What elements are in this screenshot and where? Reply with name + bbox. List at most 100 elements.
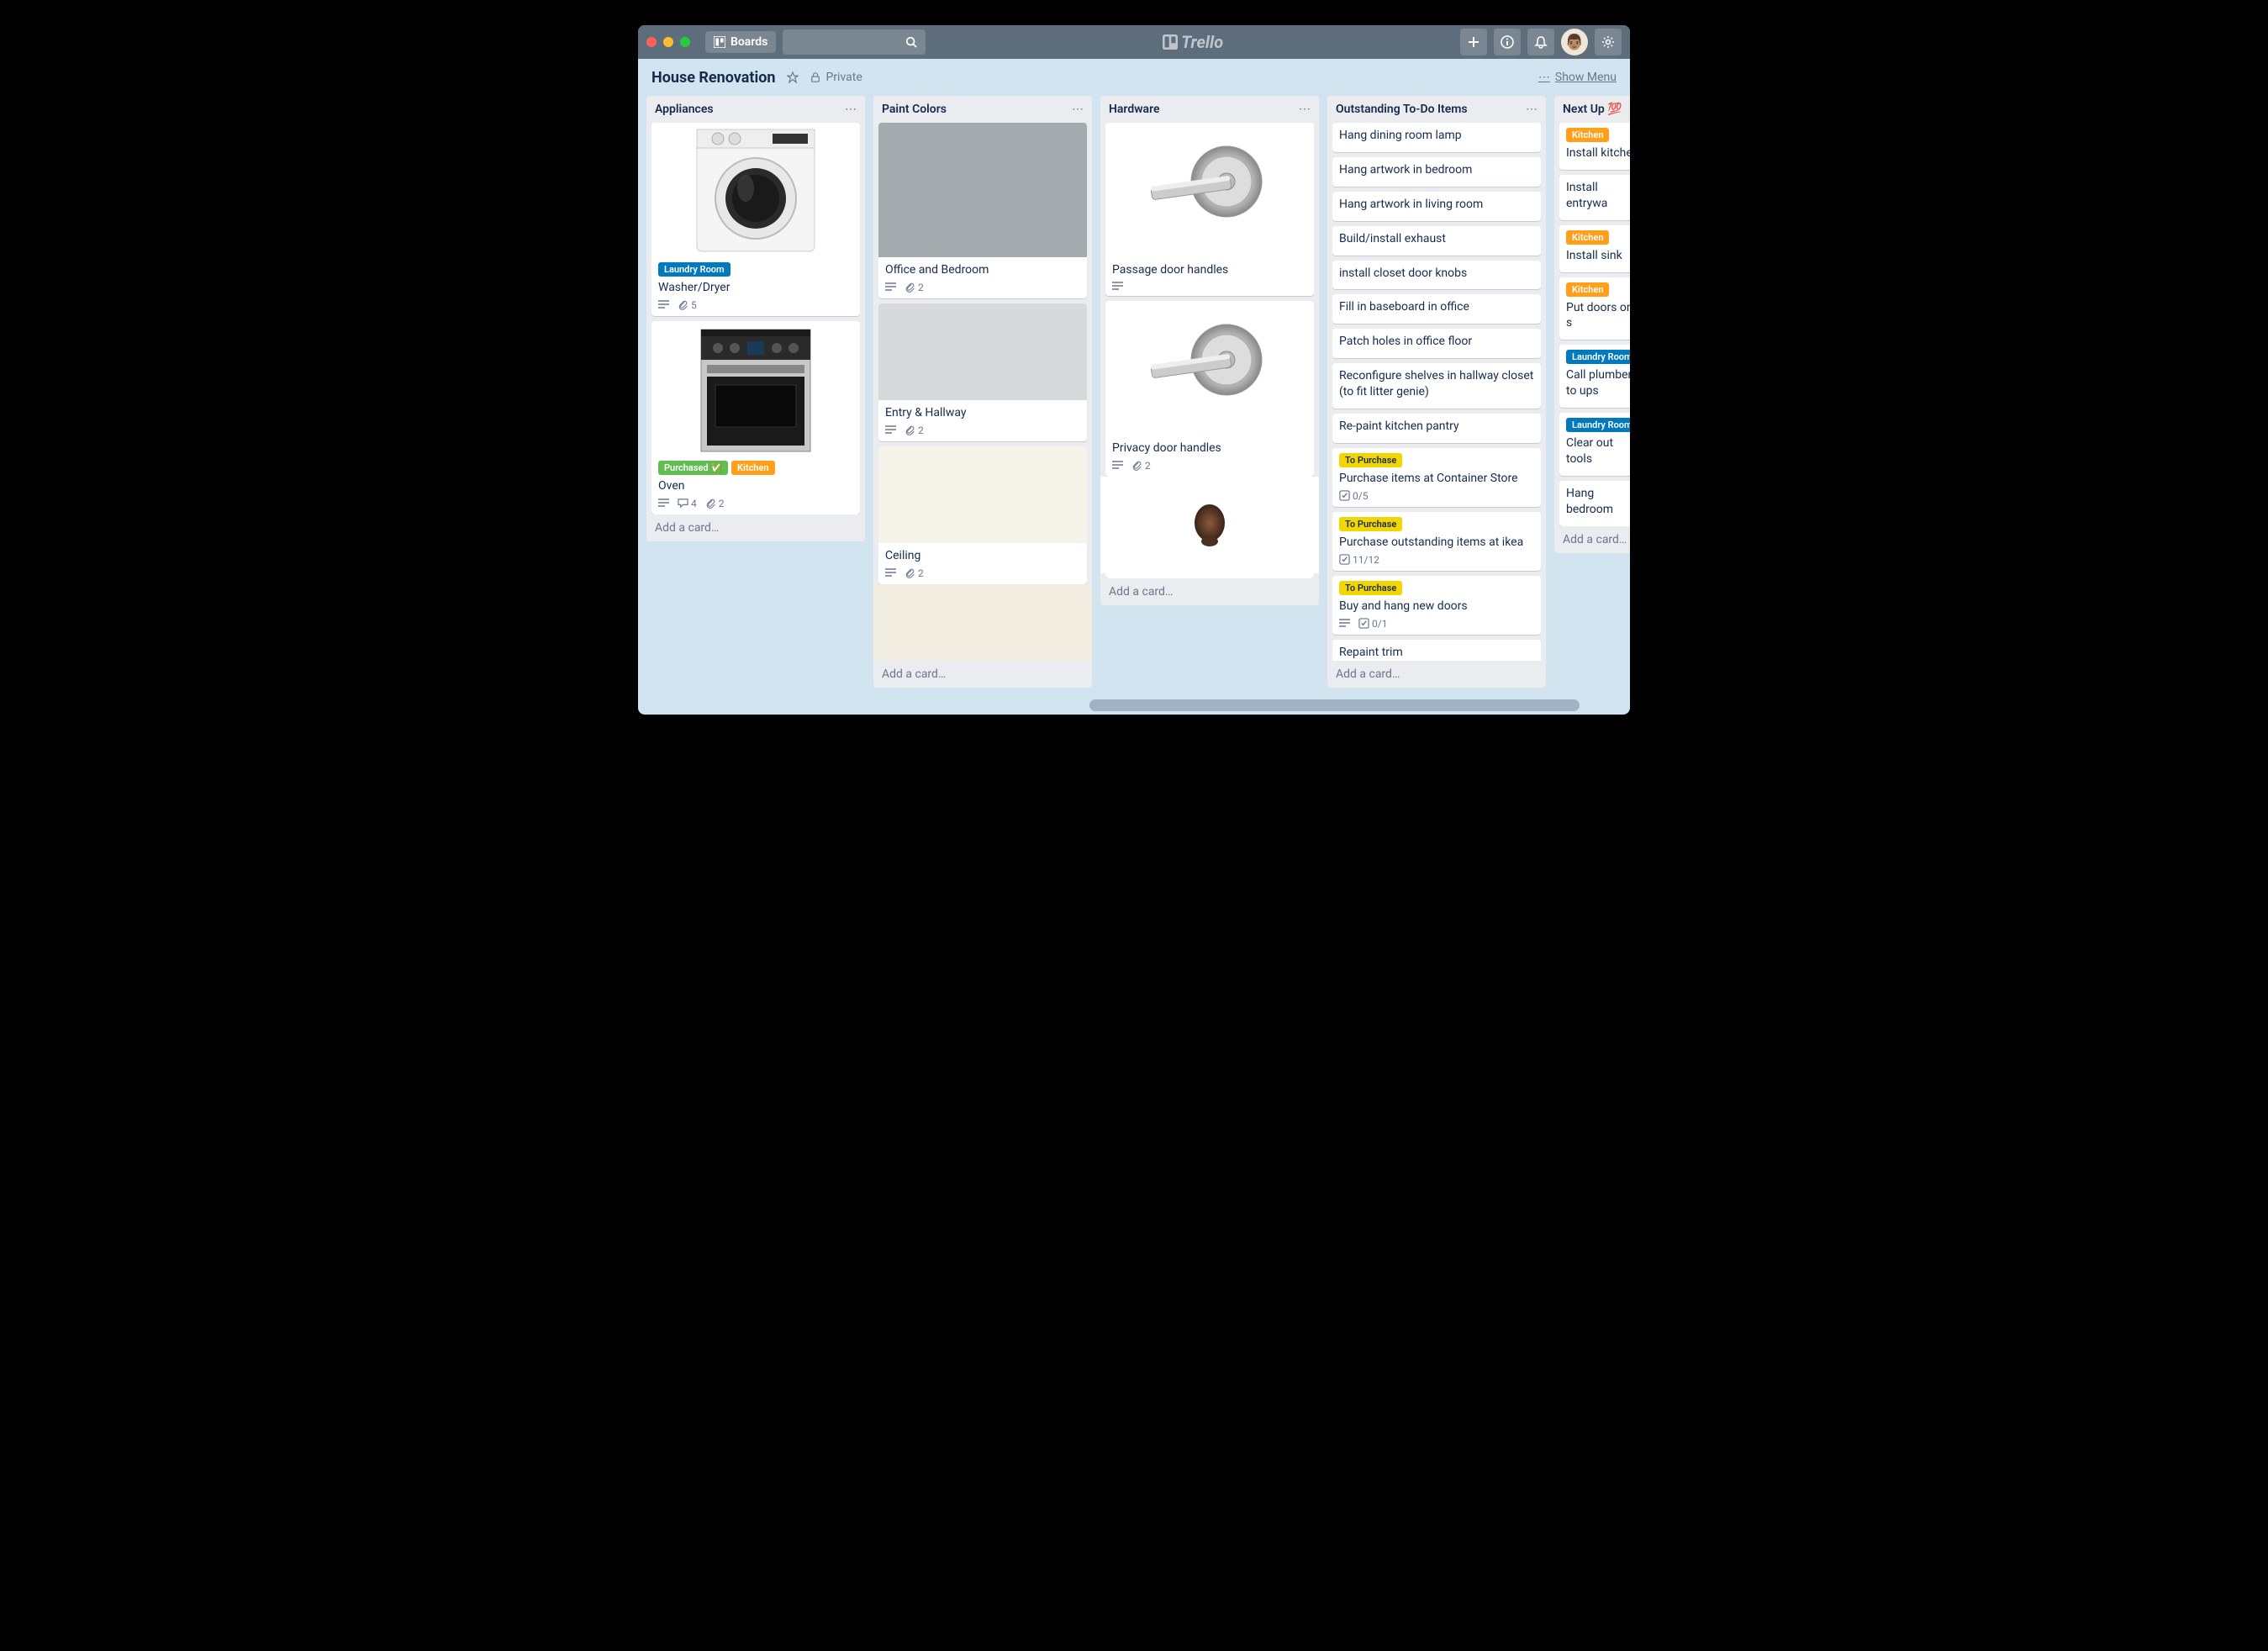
card-title: Hang dining room lamp	[1339, 128, 1534, 144]
notifications-button[interactable]	[1527, 29, 1554, 55]
show-menu-button[interactable]: ⋯ Show Menu	[1538, 71, 1617, 84]
card-title: Purchase outstanding items at ikea	[1339, 535, 1534, 551]
card[interactable]: Laundry RoomClear out tools	[1559, 413, 1630, 476]
card[interactable]: Fill in baseboard in office	[1332, 294, 1541, 324]
card-labels: To Purchase	[1339, 581, 1534, 595]
card[interactable]: Passage door handles	[1105, 123, 1314, 296]
add-card-button[interactable]: Add a card…	[1554, 526, 1630, 553]
search-input[interactable]	[783, 29, 926, 55]
settings-button[interactable]	[1595, 29, 1622, 55]
list-title[interactable]: Outstanding To-Do Items	[1336, 103, 1468, 116]
card[interactable]: KitchenInstall sink	[1559, 225, 1630, 272]
card[interactable]: Patch holes in office floor	[1332, 329, 1541, 358]
card[interactable]: Hang dining room lamp	[1332, 123, 1541, 152]
card[interactable]: install closet door knobs	[1332, 261, 1541, 290]
card[interactable]: Privacy door handles2	[1105, 301, 1314, 477]
card-title: Install entrywa	[1566, 180, 1630, 212]
list-menu-button[interactable]: ⋯	[1299, 103, 1311, 116]
list-cards: Laundry Room Washer/Dryer 5 Purchased ✅Kitc…	[646, 123, 865, 514]
card-cover-swatch	[878, 123, 1087, 257]
card-label[interactable]: To Purchase	[1339, 517, 1402, 531]
list-menu-button[interactable]: ⋯	[845, 103, 857, 116]
card[interactable]: To Purchase Purchase outstanding items at…	[1332, 512, 1541, 571]
checklist-badge: 11/12	[1339, 554, 1379, 566]
card-label[interactable]: Laundry Room	[658, 262, 731, 277]
card-title: Build/install exhaust	[1339, 231, 1534, 247]
card[interactable]	[1105, 482, 1314, 578]
list-cards: Hang dining room lamp Hang artwork in bed…	[1327, 123, 1546, 661]
add-card-button[interactable]: Add a card…	[1100, 578, 1319, 605]
board-title[interactable]: House Renovation	[651, 69, 775, 87]
close-window-button[interactable]	[646, 37, 657, 47]
card[interactable]: Laundry RoomCall plumber to ups	[1559, 345, 1630, 408]
card-label[interactable]: Kitchen	[1566, 128, 1609, 142]
card[interactable]: Build/install exhaust	[1332, 226, 1541, 256]
star-button[interactable]	[787, 71, 799, 83]
card[interactable]: Ceiling2	[878, 446, 1087, 584]
titlebar: Boards Trello 👨🏽	[638, 25, 1630, 59]
boards-button[interactable]: Boards	[705, 31, 776, 53]
card-title: Install kitchen	[1566, 145, 1630, 161]
card[interactable]: Re-paint kitchen pantry	[1332, 414, 1541, 443]
info-icon	[1501, 35, 1514, 49]
list-menu-button[interactable]: ⋯	[1072, 103, 1084, 116]
card[interactable]: Entry & Hallway2	[878, 303, 1087, 441]
star-icon	[787, 71, 799, 83]
card[interactable]: KitchenPut doors on s	[1559, 277, 1630, 340]
attachments-badge: 2	[705, 498, 725, 509]
add-card-button[interactable]: Add a card…	[873, 661, 1092, 688]
comments-badge: 4	[678, 498, 697, 509]
card-label[interactable]: Kitchen	[1566, 230, 1609, 245]
minimize-window-button[interactable]	[663, 37, 673, 47]
list-title[interactable]: Paint Colors	[882, 103, 947, 116]
show-menu-label: Show Menu	[1555, 71, 1617, 84]
list-title[interactable]: Appliances	[655, 103, 714, 116]
add-card-button[interactable]: Add a card…	[646, 514, 865, 541]
card[interactable]: Laundry Room Washer/Dryer 5	[651, 123, 860, 316]
card-labels: To Purchase	[1339, 453, 1534, 467]
gear-icon	[1601, 35, 1615, 49]
card-title: Patch holes in office floor	[1339, 334, 1534, 350]
card[interactable]: Kitchen Install kitchen	[1559, 123, 1630, 170]
card[interactable]: Purchased ✅KitchenOven42	[651, 321, 860, 514]
card-label[interactable]: To Purchase	[1339, 581, 1402, 595]
card-label[interactable]: Laundry Room	[1566, 418, 1630, 432]
card[interactable]: Hang artwork in bedroom	[1332, 157, 1541, 187]
privacy-toggle[interactable]: Private	[810, 71, 862, 84]
list: Outstanding To-Do Items ⋯ Hang dining ro…	[1327, 96, 1546, 688]
card[interactable]: To PurchasePurchase items at Container S…	[1332, 448, 1541, 507]
trello-logo[interactable]: Trello	[1163, 32, 1223, 52]
card-badges: 5	[658, 299, 853, 311]
add-card-button[interactable]: Add a card…	[1327, 661, 1546, 688]
list-menu-button[interactable]: ⋯	[1526, 103, 1537, 116]
card-title: Passage door handles	[1112, 262, 1307, 278]
card[interactable]: Hang artwork in living room	[1332, 192, 1541, 221]
card-label[interactable]: To Purchase	[1339, 453, 1402, 467]
card[interactable]: Hang bedroom	[1559, 481, 1630, 526]
add-button[interactable]	[1460, 29, 1487, 55]
card[interactable]: Office and Bedroom2	[878, 123, 1087, 298]
bell-icon	[1534, 35, 1548, 49]
card[interactable]: To PurchaseBuy and hang new doors0/1	[1332, 576, 1541, 635]
card-label[interactable]: Laundry Room	[1566, 350, 1630, 364]
card[interactable]: Install entrywa	[1559, 175, 1630, 220]
checklist-badge: 0/1	[1358, 618, 1387, 630]
card-badges: 2	[885, 425, 1080, 436]
card[interactable]: Repaint trim	[1332, 640, 1541, 661]
card-title: Hang artwork in living room	[1339, 197, 1534, 213]
maximize-window-button[interactable]	[680, 37, 690, 47]
boards-button-label: Boards	[731, 35, 767, 49]
attachments-badge: 2	[905, 282, 924, 293]
card-label[interactable]: Kitchen	[1566, 282, 1609, 297]
card-label[interactable]: Kitchen	[731, 461, 774, 475]
list-title[interactable]: Next Up 💯	[1563, 103, 1622, 116]
user-avatar[interactable]: 👨🏽	[1561, 29, 1588, 55]
horizontal-scrollbar[interactable]	[688, 699, 1580, 711]
list-title[interactable]: Hardware	[1109, 103, 1160, 116]
info-button[interactable]	[1494, 29, 1521, 55]
board-canvas[interactable]: Appliances ⋯ Laundry Room Washer/Dryer 5 Pu…	[638, 96, 1630, 715]
card-label[interactable]: Purchased ✅	[658, 461, 728, 475]
card-title: Washer/Dryer	[658, 280, 853, 296]
card[interactable]: Reconfigure shelves in hallway closet (t…	[1332, 363, 1541, 409]
card[interactable]	[878, 589, 1087, 661]
